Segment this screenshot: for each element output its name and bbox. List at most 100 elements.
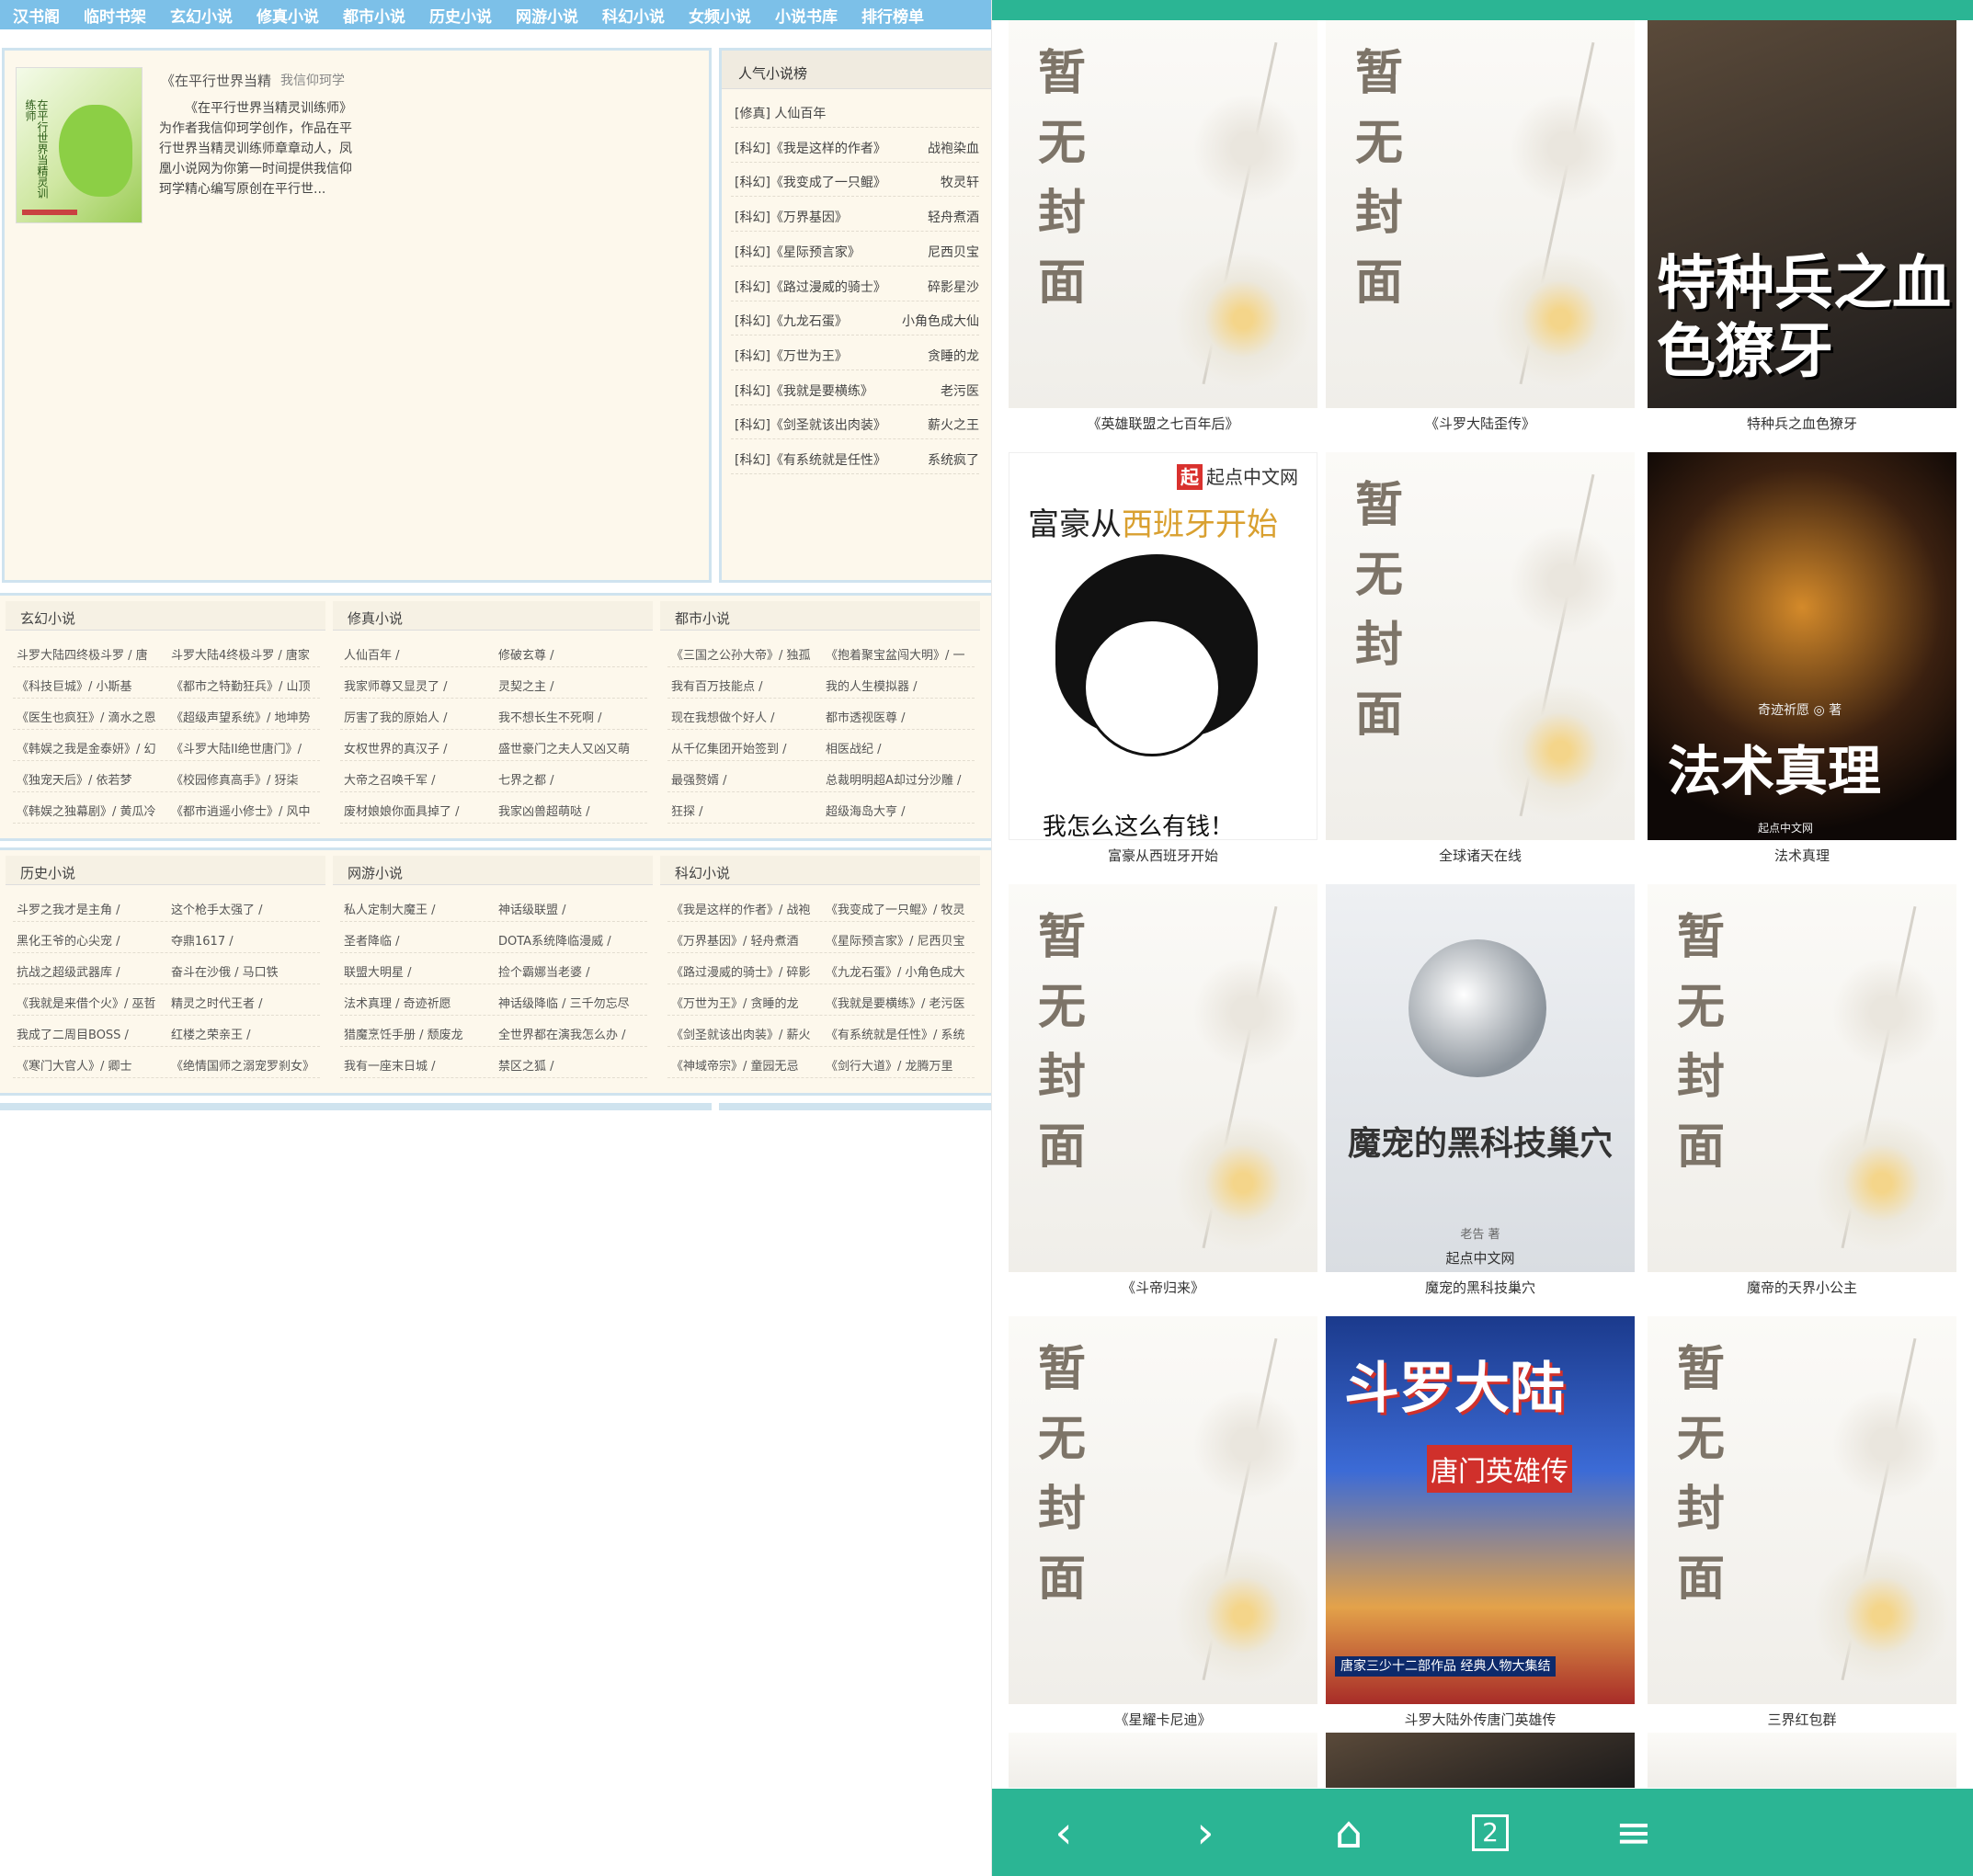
book-link[interactable]: 联盟大明星 /: [344, 962, 498, 980]
book-link[interactable]: 《抱着聚宝盆闯大明》/ 一: [826, 645, 975, 663]
ranking-row[interactable]: [科幻]《我变成了一只鲲》 牧灵轩: [731, 162, 979, 198]
book-link[interactable]: 《我就是来借个火》/ 巫哲: [17, 994, 171, 1011]
ranking-title[interactable]: [科幻]《我就是要横练》: [735, 381, 873, 400]
nav-item[interactable]: 小说书库: [775, 4, 838, 27]
book-card[interactable]: 奇迹祈愿 ◎ 著法术真理 起点中文网 法术真理: [1648, 452, 1956, 884]
ranking-row[interactable]: [科幻]《九龙石蛋》 小角色成大仙: [731, 301, 979, 336]
ranking-row[interactable]: [科幻]《路过漫威的骑士》 碎影星沙: [731, 267, 979, 301]
book-link[interactable]: 现在我想做个好人 /: [671, 708, 826, 725]
ranking-author[interactable]: 尼西贝宝: [928, 243, 979, 261]
book-caption[interactable]: 斗罗大陆外传唐门英雄传: [1326, 1710, 1635, 1729]
ranking-row[interactable]: [科幻]《剑圣就该出肉装》 薪火之王: [731, 404, 979, 440]
ranking-title[interactable]: [科幻]《九龙石蛋》: [735, 312, 848, 330]
book-link[interactable]: 斗罗大陆四终极斗罗 / 唐: [17, 645, 171, 663]
book-cover[interactable]: 起起点中文网 富豪从西班牙开始 我怎么这么有钱！: [1009, 452, 1317, 840]
book-cover[interactable]: 暂无封面: [1648, 884, 1956, 1272]
book-link[interactable]: 我有百万技能点 /: [671, 676, 826, 694]
book-link[interactable]: 神话级联盟 /: [498, 900, 647, 917]
book-link[interactable]: 黑化王爷的心尖宠 /: [17, 931, 171, 949]
book-link[interactable]: 《医生也疯狂》/ 滴水之恩: [17, 708, 171, 725]
book-card[interactable]: 起起点中文网 富豪从西班牙开始 我怎么这么有钱！ 富豪从西班牙开始: [1009, 452, 1317, 884]
book-cover[interactable]: 暂无封面: [1009, 20, 1317, 408]
book-cover[interactable]: 奇迹祈愿 ◎ 著法术真理 起点中文网: [1648, 452, 1956, 840]
nav-item[interactable]: 科幻小说: [602, 4, 665, 27]
book-link[interactable]: 私人定制大魔王 /: [344, 900, 498, 917]
book-link[interactable]: 总裁明明超A却过分沙雕 /: [826, 770, 975, 788]
book-cover-partial[interactable]: [1326, 1733, 1635, 1788]
book-link[interactable]: 厉害了我的原始人 /: [344, 708, 498, 725]
book-link[interactable]: 我成了二周目BOSS /: [17, 1025, 171, 1042]
book-link[interactable]: 《神域帝宗》/ 童园无忌: [671, 1056, 826, 1074]
book-cover[interactable]: 暂无封面: [1648, 1316, 1956, 1704]
ranking-row[interactable]: [科幻]《星际预言家》 尼西贝宝: [731, 232, 979, 267]
book-card[interactable]: 暂无封面《英雄联盟之七百年后》: [1009, 20, 1317, 452]
ranking-author[interactable]: 轻舟煮酒: [928, 208, 979, 226]
ranking-author[interactable]: 老污医: [941, 381, 979, 400]
book-caption[interactable]: 魔帝的天界小公主: [1648, 1278, 1956, 1297]
book-link[interactable]: 女权世界的真汉子 /: [344, 739, 498, 756]
book-cover-partial[interactable]: [1648, 1733, 1956, 1788]
ranking-author[interactable]: 薪火之王: [928, 415, 979, 434]
category-title[interactable]: 网游小说: [333, 856, 653, 885]
featured-author[interactable]: 我信仰珂学: [280, 71, 345, 89]
book-link[interactable]: 《寒门大官人》/ 卿士: [17, 1056, 171, 1074]
book-link[interactable]: 禁区之狐 /: [498, 1056, 647, 1074]
category-title[interactable]: 历史小说: [6, 856, 325, 885]
category-title[interactable]: 都市小说: [660, 601, 980, 631]
ranking-row[interactable]: [科幻]《有系统就是任性》 系统疯了: [731, 439, 979, 474]
featured-title[interactable]: 《在平行世界当精: [161, 71, 271, 90]
ranking-title[interactable]: [科幻]《星际预言家》: [735, 243, 861, 261]
book-link[interactable]: 圣者降临 /: [344, 931, 498, 949]
nav-item[interactable]: 女频小说: [689, 4, 751, 27]
ranking-row[interactable]: [科幻]《万界基因》 轻舟煮酒: [731, 197, 979, 233]
book-cover[interactable]: 暂无封面: [1326, 452, 1635, 840]
book-cover[interactable]: 魔宠的黑科技巢穴 老告 著起点中文网: [1326, 884, 1635, 1272]
book-link[interactable]: 我家师尊又显灵了 /: [344, 676, 498, 694]
book-link[interactable]: 盛世豪门之夫人又凶又萌: [498, 739, 647, 756]
book-link[interactable]: 《都市逍遥小修士》/ 风中: [171, 802, 320, 819]
book-link[interactable]: 我的人生模拟器 /: [826, 676, 975, 694]
home-icon[interactable]: ⌂: [1321, 1805, 1376, 1860]
book-caption[interactable]: 三界红包群: [1648, 1710, 1956, 1729]
ranking-title[interactable]: [科幻]《万界基因》: [735, 208, 848, 226]
book-link[interactable]: 《韩娱之我是金泰妍》/ 幻: [17, 739, 171, 756]
book-cover[interactable]: 暂无封面: [1326, 20, 1635, 408]
book-link[interactable]: 废材娘娘你面具掉了 /: [344, 802, 498, 819]
ranking-title[interactable]: [科幻]《我变成了一只鲲》: [735, 173, 886, 191]
book-link[interactable]: 精灵之时代王者 /: [171, 994, 320, 1011]
book-caption[interactable]: 《星耀卡尼迪》: [1009, 1710, 1317, 1729]
book-cover[interactable]: 暂无封面: [1009, 1316, 1317, 1704]
book-cover[interactable]: 特种兵之血色獠牙: [1648, 20, 1956, 408]
nav-item[interactable]: 排行榜单: [861, 4, 924, 27]
book-card[interactable]: 暂无封面 《斗罗大陆歪传》: [1326, 20, 1635, 452]
book-link[interactable]: 修破玄尊 /: [498, 645, 647, 663]
book-caption[interactable]: 魔宠的黑科技巢穴: [1326, 1278, 1635, 1297]
book-link[interactable]: 《三国之公孙大帝》/ 独孤: [671, 645, 826, 663]
book-caption[interactable]: 《英雄联盟之七百年后》: [1009, 414, 1317, 433]
book-link[interactable]: 我不想长生不死啊 /: [498, 708, 647, 725]
book-link[interactable]: 《路过漫威的骑士》/ 碎影: [671, 962, 826, 980]
book-card[interactable]: 暂无封面《星耀卡尼迪》: [1009, 1316, 1317, 1748]
book-card[interactable]: 魔宠的黑科技巢穴 老告 著起点中文网魔宠的黑科技巢穴: [1326, 884, 1635, 1316]
book-link[interactable]: 我家凶兽超萌哒 /: [498, 802, 647, 819]
forward-icon[interactable]: ›: [1178, 1805, 1233, 1860]
book-link[interactable]: 《绝情国师之溺宠罗刹女》: [171, 1056, 320, 1074]
ranking-title[interactable]: [科幻]《路过漫威的骑士》: [735, 278, 886, 296]
book-link[interactable]: 《独宠天后》/ 依若梦: [17, 770, 171, 788]
book-link[interactable]: 七界之都 /: [498, 770, 647, 788]
book-caption[interactable]: 全球诸天在线: [1326, 846, 1635, 865]
book-link[interactable]: 《剑行大道》/ 龙腾万里: [826, 1056, 975, 1074]
back-icon[interactable]: ‹: [1036, 1805, 1091, 1860]
book-link[interactable]: 《我变成了一只鲲》/ 牧灵: [826, 900, 975, 917]
featured-cover[interactable]: 在平行世界当精灵训练师: [16, 67, 143, 223]
ranking-title[interactable]: [科幻]《我是这样的作者》: [735, 139, 886, 157]
book-link[interactable]: 灵契之主 /: [498, 676, 647, 694]
ranking-title[interactable]: [科幻]《剑圣就该出肉装》: [735, 415, 886, 434]
book-link[interactable]: 《科技巨城》/ 小斯基: [17, 676, 171, 694]
book-link[interactable]: 《超级声望系统》/ 地坤势: [171, 708, 320, 725]
book-link[interactable]: 我有一座末日城 /: [344, 1056, 498, 1074]
nav-item[interactable]: 网游小说: [516, 4, 578, 27]
book-link[interactable]: 《剑圣就该出肉装》/ 薪火: [671, 1025, 826, 1042]
book-caption[interactable]: 特种兵之血色獠牙: [1648, 414, 1956, 433]
tabs-icon[interactable]: 2: [1472, 1814, 1509, 1851]
